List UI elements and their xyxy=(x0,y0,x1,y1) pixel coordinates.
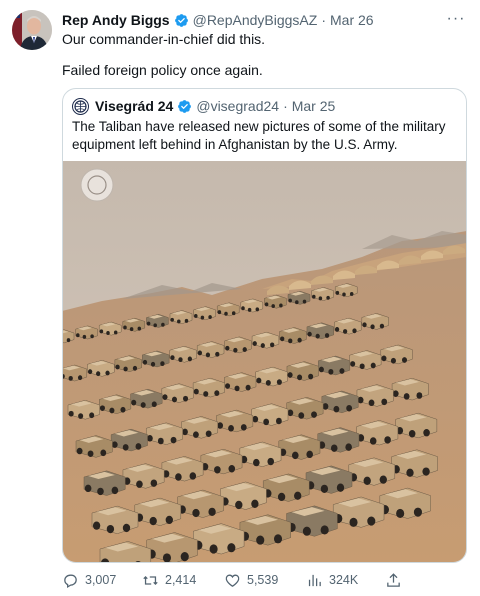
tweet-text-line-2: Failed foreign policy once again. xyxy=(62,62,263,78)
reply-count: 3,007 xyxy=(85,573,117,587)
heart-icon xyxy=(225,574,240,587)
like-count: 5,539 xyxy=(247,573,279,587)
quoted-author-name[interactable]: Visegrád 24 xyxy=(95,98,173,114)
tweet[interactable]: Rep Andy Biggs @RepAndyBiggsAZ · Mar 26 … xyxy=(0,0,480,596)
verified-badge-icon xyxy=(178,99,192,113)
quoted-tweet-date[interactable]: Mar 25 xyxy=(292,98,336,114)
retweet-count: 2,414 xyxy=(165,573,197,587)
tweet-actions: 3,007 2,414 5,539 324K xyxy=(62,569,467,591)
share-button[interactable] xyxy=(385,569,408,591)
header-separator: · xyxy=(321,12,326,28)
quoted-header-separator: · xyxy=(283,98,288,114)
quoted-tweet-photo[interactable] xyxy=(63,161,466,562)
views-count: 324K xyxy=(329,573,359,587)
quoted-tweet[interactable]: Visegrád 24 @visegrad24 · Mar 25 The Tal… xyxy=(62,88,467,563)
author-avatar[interactable] xyxy=(12,10,52,50)
quoted-author-handle[interactable]: @visegrad24 xyxy=(196,98,279,114)
bar-chart-icon xyxy=(308,574,321,586)
more-options-button[interactable]: ··· xyxy=(446,10,466,28)
views-button[interactable]: 324K xyxy=(306,569,358,591)
globe-logo-icon xyxy=(74,99,87,113)
tweet-header: Rep Andy Biggs @RepAndyBiggsAZ · Mar 26 xyxy=(62,10,440,30)
author-handle[interactable]: @RepAndyBiggsAZ xyxy=(193,12,318,28)
verified-badge-icon xyxy=(174,13,188,27)
retweet-button[interactable]: 2,414 xyxy=(142,569,196,591)
reply-icon xyxy=(64,574,77,588)
watermark-logo-icon xyxy=(80,168,114,202)
tweet-text-line-1: Our commander-in-chief did this. xyxy=(62,31,266,47)
quoted-tweet-header: Visegrád 24 @visegrad24 · Mar 25 xyxy=(72,97,335,115)
retweet-icon xyxy=(143,575,158,585)
quoted-tweet-text: The Taliban have released new pictures o… xyxy=(72,119,446,152)
tweet-date[interactable]: Mar 26 xyxy=(330,12,374,28)
reply-button[interactable]: 3,007 xyxy=(62,569,116,591)
author-avatar-image xyxy=(12,10,52,50)
like-button[interactable]: 5,539 xyxy=(224,569,278,591)
military-vehicles-photo xyxy=(63,161,466,562)
author-name[interactable]: Rep Andy Biggs xyxy=(62,12,170,28)
share-icon xyxy=(387,572,400,587)
quoted-author-avatar[interactable] xyxy=(72,97,89,115)
